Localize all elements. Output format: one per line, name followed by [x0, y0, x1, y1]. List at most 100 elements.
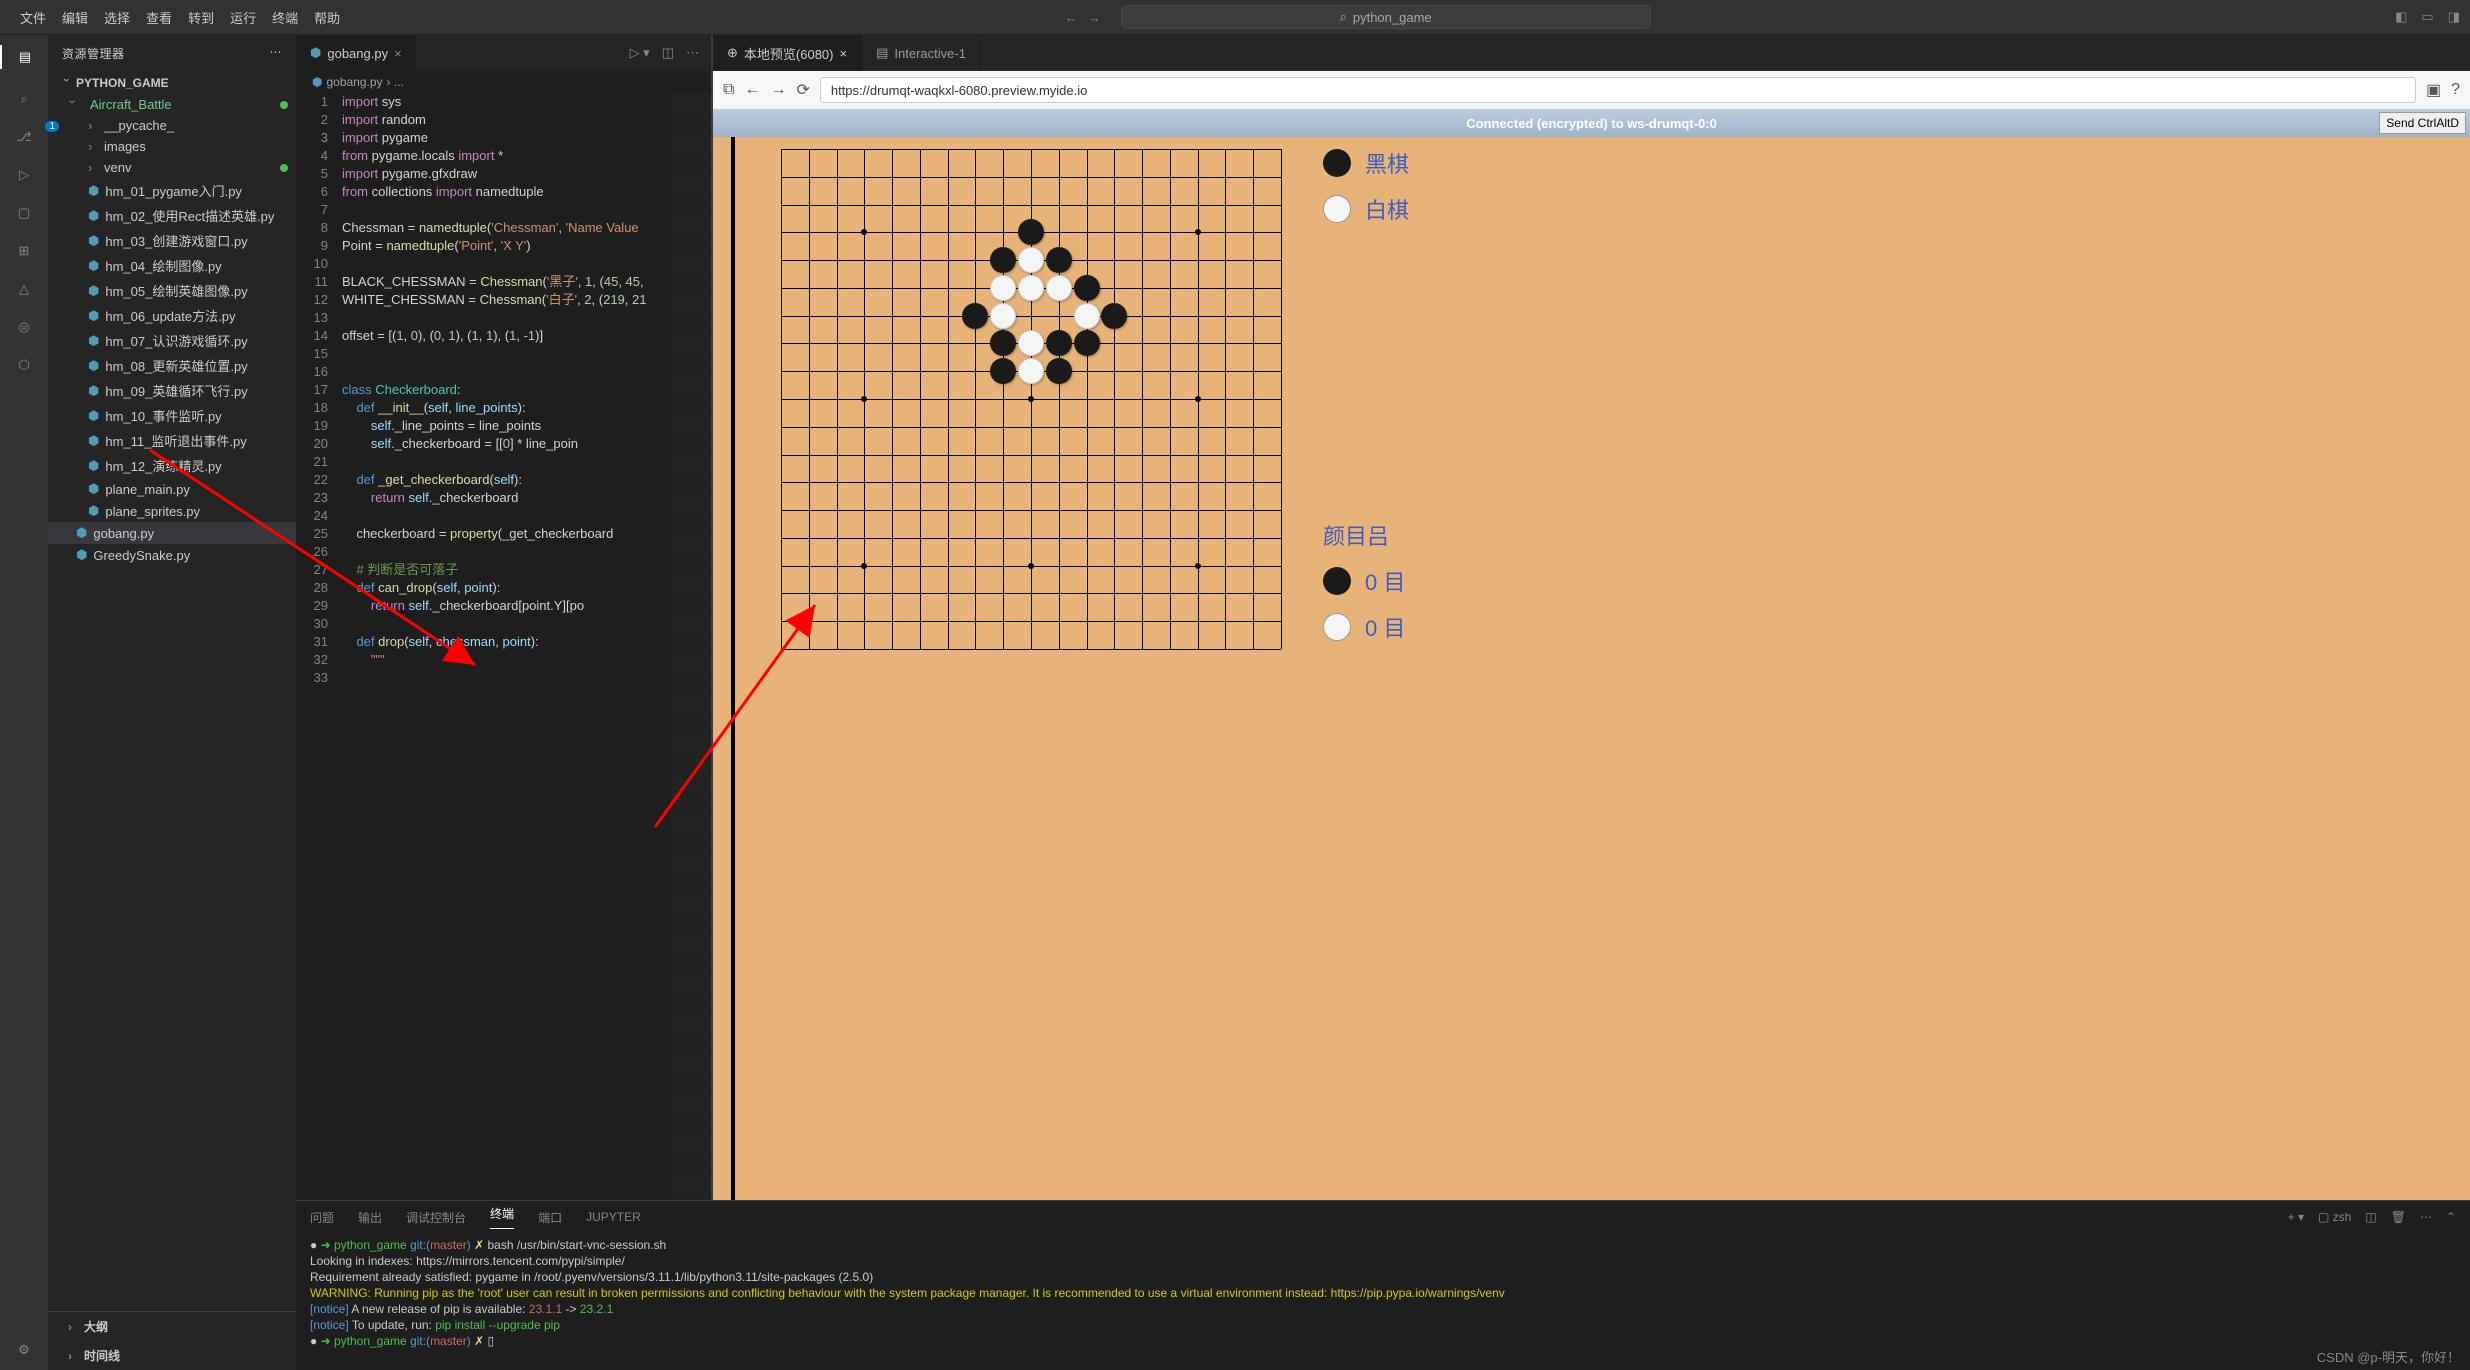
menu-run[interactable]: 运行: [230, 8, 256, 27]
run-icon[interactable]: ▷ ▾: [630, 45, 650, 61]
python-file-icon: ⬢: [76, 525, 87, 541]
black-stone-icon: [1323, 149, 1351, 177]
territory-label: 颜目吕: [1323, 519, 2450, 551]
testing-icon[interactable]: △: [19, 281, 29, 297]
minimap[interactable]: [671, 93, 711, 1200]
menu-terminal[interactable]: 终端: [272, 8, 298, 27]
new-terminal-icon[interactable]: + ▾: [2288, 1210, 2304, 1224]
file-hm04[interactable]: ⬢hm_04_绘制图像.py: [48, 253, 296, 278]
project-header[interactable]: PYTHON_GAME: [48, 72, 296, 94]
file-hm08[interactable]: ⬢hm_08_更新英雄位置.py: [48, 353, 296, 378]
chevron-down-icon: [62, 76, 72, 90]
search-icon: ⌕: [1340, 9, 1347, 25]
file-hm01[interactable]: ⬢hm_01_pygame入门.py: [48, 178, 296, 203]
more-panel-icon[interactable]: ⋯: [2420, 1210, 2432, 1224]
preview-tab-interactive[interactable]: ▤ Interactive-1: [862, 35, 981, 71]
tab-debug[interactable]: 调试控制台: [406, 1209, 466, 1226]
nav-back-icon[interactable]: ←: [1065, 10, 1078, 25]
source-control-icon[interactable]: ⎇1: [17, 129, 32, 145]
tab-problems[interactable]: 问题: [310, 1209, 334, 1226]
split-terminal-icon[interactable]: ◫: [2365, 1210, 2376, 1224]
timeline-section[interactable]: 时间线: [48, 1341, 296, 1370]
more-icon[interactable]: ⋯: [686, 45, 699, 61]
tab-ports[interactable]: 端口: [538, 1209, 562, 1226]
help-icon[interactable]: ?: [2451, 81, 2460, 99]
reload-icon[interactable]: ⟳: [796, 80, 809, 100]
file-plane-sprites[interactable]: ⬢plane_sprites.py: [48, 500, 296, 522]
outline-section[interactable]: 大纲: [48, 1312, 296, 1341]
file-hm03[interactable]: ⬢hm_03_创建游戏窗口.py: [48, 228, 296, 253]
nav-forward-icon[interactable]: →: [1088, 10, 1101, 25]
python-file-icon: ⬢: [88, 358, 99, 374]
file-tree: Aircraft_Battle __pycache_ images venv ⬢…: [48, 94, 296, 1311]
file-hm06[interactable]: ⬢hm_06_update方法.py: [48, 303, 296, 328]
command-center[interactable]: ⌕ python_game: [1121, 5, 1651, 29]
plugin-icon[interactable]: ⬡: [18, 357, 29, 373]
python-file-icon: ⬢: [88, 333, 99, 349]
nav-forward-icon[interactable]: →: [770, 81, 786, 99]
open-external-icon[interactable]: ⧉: [723, 81, 734, 99]
nav-arrows: ← →: [1065, 10, 1101, 25]
menu-view[interactable]: 查看: [146, 8, 172, 27]
robot-icon[interactable]: ◎: [18, 319, 29, 335]
file-hm12[interactable]: ⬢hm_12_演练精灵.py: [48, 453, 296, 478]
terminal-output[interactable]: ● ➜ python_game git:(master) ✗ bash /usr…: [296, 1233, 2470, 1370]
file-greedysnake[interactable]: ⬢GreedySnake.py: [48, 544, 296, 566]
preview-tab-local[interactable]: ⊕ 本地预览(6080) ×: [713, 35, 862, 71]
sidebar-more-icon[interactable]: ⋯: [270, 45, 283, 62]
maximize-panel-icon[interactable]: ⌃: [2446, 1210, 2456, 1224]
folder-venv[interactable]: venv: [48, 157, 296, 178]
menu-file[interactable]: 文件: [20, 8, 46, 27]
file-hm09[interactable]: ⬢hm_09_英雄循环飞行.py: [48, 378, 296, 403]
black-score: 0 目: [1323, 565, 2450, 597]
file-hm02[interactable]: ⬢hm_02_使用Rect描述英雄.py: [48, 203, 296, 228]
folder-images[interactable]: images: [48, 136, 296, 157]
close-tab-icon[interactable]: ×: [394, 46, 402, 61]
doc-icon-preview: ▤: [876, 45, 888, 61]
file-hm10[interactable]: ⬢hm_10_事件监听.py: [48, 403, 296, 428]
split-icon[interactable]: ◫: [662, 45, 674, 61]
menu-goto[interactable]: 转到: [188, 8, 214, 27]
layout-bottom-icon[interactable]: ▭: [2421, 9, 2433, 25]
folder-aircraft[interactable]: Aircraft_Battle: [48, 94, 296, 115]
breadcrumb[interactable]: ⬢ gobang.py › ...: [296, 71, 711, 93]
remote-icon[interactable]: ▢: [18, 205, 30, 221]
file-hm11[interactable]: ⬢hm_11_监听退出事件.py: [48, 428, 296, 453]
white-stone-icon: [1323, 613, 1351, 641]
code-content[interactable]: import sysimport randomimport pygamefrom…: [342, 93, 671, 1200]
settings-icon[interactable]: ⚙: [18, 1342, 30, 1358]
layout-left-icon[interactable]: ◧: [2395, 9, 2407, 25]
tab-output[interactable]: 输出: [358, 1209, 382, 1226]
go-board[interactable]: [781, 149, 1281, 649]
go-board-zone[interactable]: [713, 137, 1303, 1200]
explorer-icon[interactable]: ▤: [0, 45, 48, 69]
tab-terminal[interactable]: 终端: [490, 1205, 514, 1229]
file-gobang[interactable]: ⬢gobang.py: [48, 522, 296, 544]
code-editor[interactable]: 1234567891011121314151617181920212223242…: [296, 93, 711, 1200]
folder-pycache[interactable]: __pycache_: [48, 115, 296, 136]
trash-icon[interactable]: 🗑: [2391, 1210, 2406, 1224]
editor-tab-gobang[interactable]: ⬢ gobang.py ×: [296, 35, 417, 71]
close-tab-icon[interactable]: ×: [840, 46, 848, 61]
tab-jupyter[interactable]: JUPYTER: [586, 1210, 641, 1224]
search-activity-icon[interactable]: ⌕: [20, 91, 27, 107]
python-file-icon: ⬢: [88, 408, 99, 424]
code-editor-pane: ⬢ gobang.py × ▷ ▾ ◫ ⋯ ⬢ gobang.py › ...: [296, 35, 712, 1200]
terminal-shell-icon[interactable]: ▢ zsh: [2318, 1210, 2351, 1224]
sidebar-header: 资源管理器 ⋯: [48, 35, 296, 72]
run-debug-icon[interactable]: ▷: [19, 167, 29, 183]
line-gutter: 1234567891011121314151617181920212223242…: [296, 93, 342, 1200]
menu-select[interactable]: 选择: [104, 8, 130, 27]
file-hm07[interactable]: ⬢hm_07_认识游戏循环.py: [48, 328, 296, 353]
python-file-icon: ⬢: [88, 233, 99, 249]
file-hm05[interactable]: ⬢hm_05_绘制英雄图像.py: [48, 278, 296, 303]
layout-right-icon[interactable]: ◨: [2448, 9, 2460, 25]
send-ctrlaltdel-button[interactable]: Send CtrlAltD: [2379, 112, 2466, 134]
file-plane-main[interactable]: ⬢plane_main.py: [48, 478, 296, 500]
url-input[interactable]: [820, 77, 2416, 103]
nav-back-icon[interactable]: ←: [744, 81, 760, 99]
menu-help[interactable]: 帮助: [314, 8, 340, 27]
menu-edit[interactable]: 编辑: [62, 8, 88, 27]
extensions-icon[interactable]: ⊞: [19, 243, 30, 259]
devtools-icon[interactable]: ▣: [2426, 80, 2441, 100]
